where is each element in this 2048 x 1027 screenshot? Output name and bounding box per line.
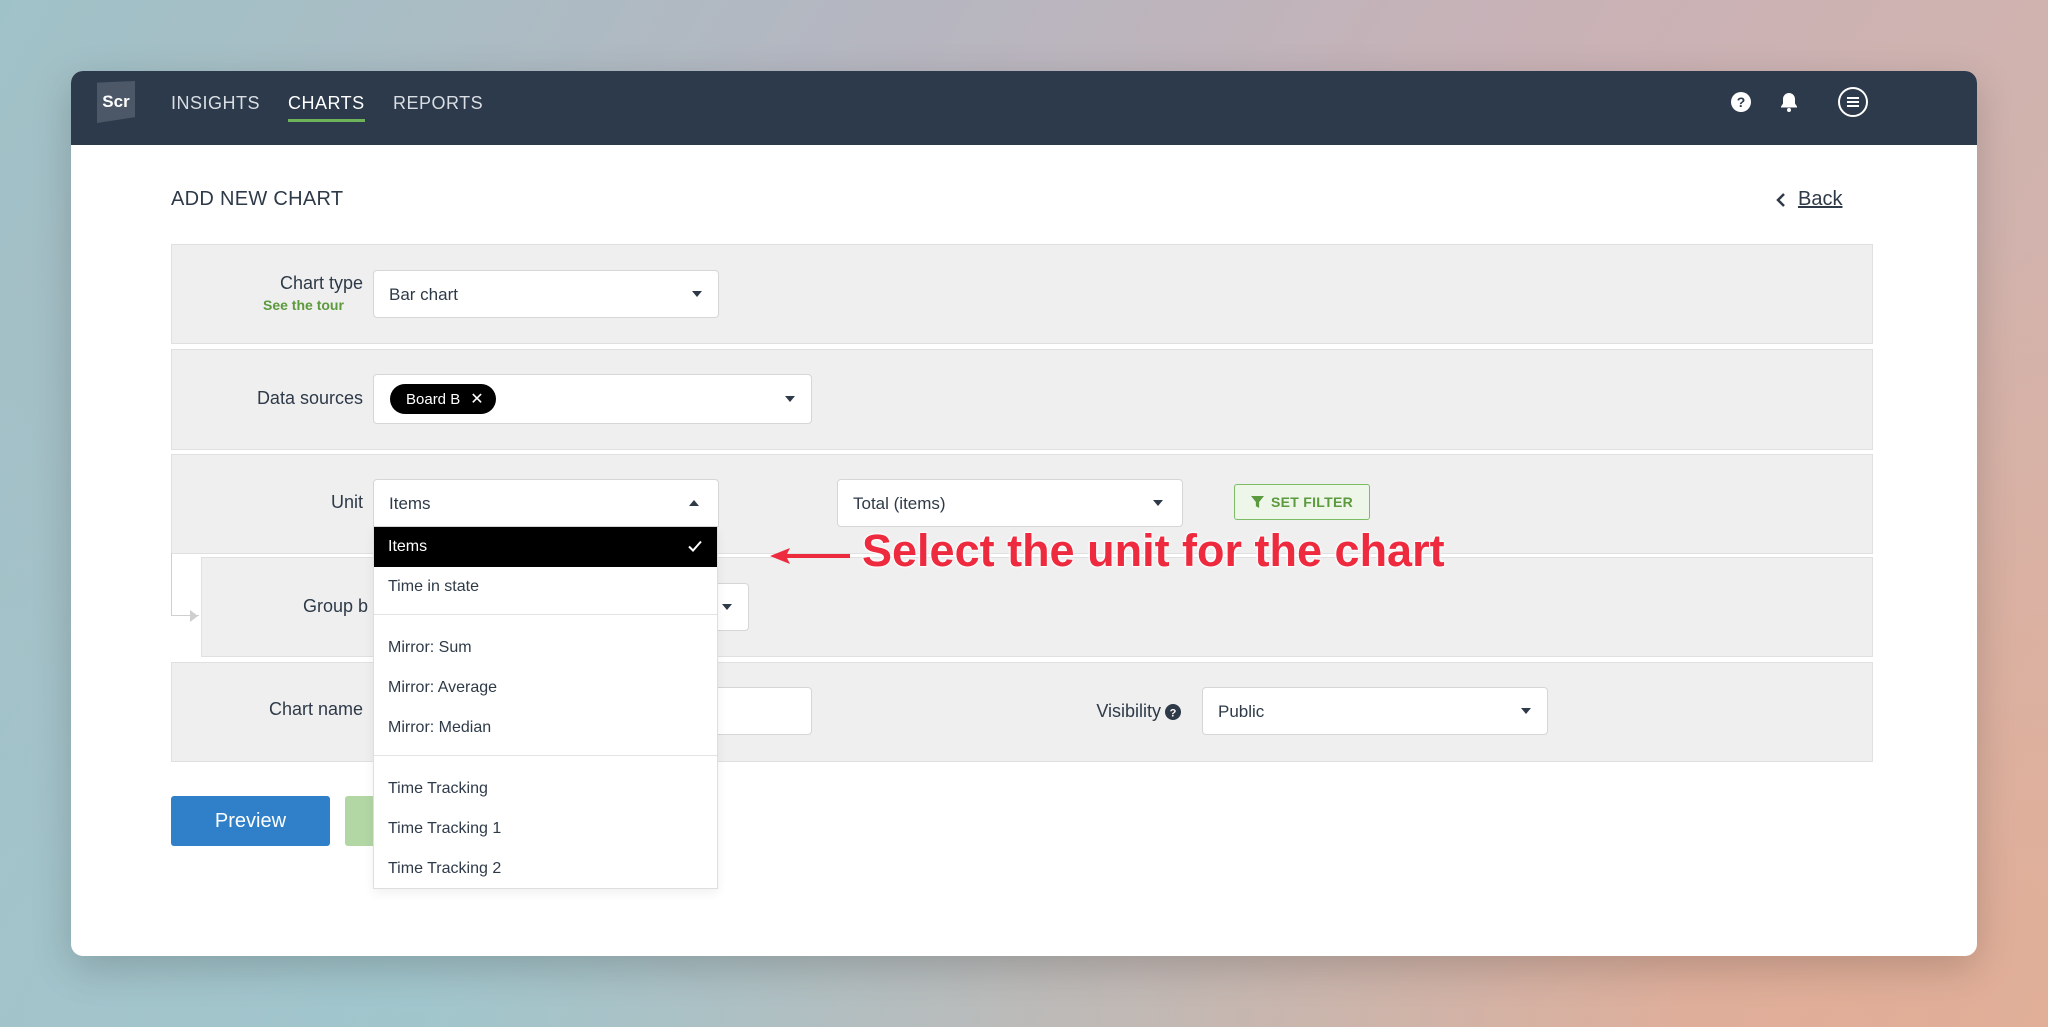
aggregate-select[interactable]: Total (items): [837, 479, 1183, 527]
active-tab-indicator: [288, 119, 365, 122]
unit-option-time-tracking-1[interactable]: Time Tracking 1: [374, 809, 717, 849]
unit-option-items[interactable]: Items: [374, 527, 717, 567]
app-window: Scr INSIGHTS CHARTS REPORTS ? ADD NEW CH…: [71, 71, 1977, 956]
chart-name-label: Chart name: [268, 699, 363, 719]
nav-insights[interactable]: INSIGHTS: [171, 93, 260, 114]
annotation-text: Select the unit for the chart: [862, 525, 1446, 577]
chevron-down-icon: [692, 291, 702, 297]
connector-arrow-icon: [190, 610, 198, 622]
app-logo[interactable]: Scr: [97, 81, 135, 123]
chevron-down-icon: [1521, 708, 1531, 714]
page-title: ADD NEW CHART: [171, 188, 344, 210]
chart-type-value: Bar chart: [389, 285, 458, 304]
group-by-connector: [171, 553, 199, 616]
nav-charts[interactable]: CHARTS: [288, 93, 365, 122]
chevron-down-icon: [722, 604, 732, 610]
unit-select[interactable]: Items: [373, 479, 719, 527]
chevron-left-icon: [1776, 192, 1785, 207]
unit-dropdown-menu: Items Time in state Mirror: Sum Mirror: …: [373, 527, 718, 889]
data-sources-label: Data sources: [256, 388, 363, 408]
unit-option-label: Time Tracking: [388, 780, 488, 797]
nav-reports[interactable]: REPORTS: [393, 93, 483, 114]
aggregate-value: Total (items): [853, 494, 946, 513]
unit-option-time-tracking[interactable]: Time Tracking: [374, 769, 717, 809]
unit-option-label: Time Tracking 2: [388, 860, 502, 877]
bell-icon[interactable]: [1777, 90, 1801, 114]
nav-charts-label: CHARTS: [288, 93, 365, 113]
unit-option-label: Time in state: [388, 578, 479, 595]
unit-option-time-in-state[interactable]: Time in state: [374, 567, 717, 607]
data-source-chip: Board B ✕: [390, 384, 496, 414]
preview-button[interactable]: Preview: [171, 796, 330, 846]
set-filter-button[interactable]: SET FILTER: [1234, 484, 1370, 520]
back-label: Back: [1798, 188, 1843, 210]
unit-option-mirror-median[interactable]: Mirror: Median: [374, 708, 717, 748]
svg-text:?: ?: [1170, 708, 1177, 720]
unit-option-mirror-average[interactable]: Mirror: Average: [374, 668, 717, 708]
unit-value: Items: [389, 494, 431, 513]
unit-option-label: Mirror: Median: [388, 719, 492, 736]
chevron-up-icon: [689, 500, 699, 506]
chart-type-label: Chart type: [279, 273, 363, 293]
filter-icon: [1250, 495, 1264, 508]
help-icon[interactable]: ?: [1729, 90, 1753, 114]
dropdown-divider: [374, 755, 717, 756]
set-filter-label: SET FILTER: [1270, 494, 1354, 510]
checkmark-icon: [688, 540, 702, 552]
svg-text:?: ?: [1737, 94, 1746, 110]
see-the-tour-link[interactable]: See the tour: [263, 297, 344, 313]
unit-option-label: Mirror: Average: [388, 679, 498, 696]
menu-icon[interactable]: [1838, 87, 1868, 117]
chip-label: Board B: [406, 390, 461, 408]
visibility-value: Public: [1218, 702, 1265, 721]
visibility-help-icon[interactable]: ?: [1165, 704, 1181, 720]
data-sources-select[interactable]: Board B ✕: [373, 374, 812, 424]
chart-type-select[interactable]: Bar chart: [373, 270, 719, 318]
chevron-down-icon: [1153, 500, 1163, 506]
visibility-label: Visibility: [1096, 701, 1161, 721]
back-link[interactable]: Back: [1776, 188, 1842, 211]
annotation-arrow-icon: [770, 548, 850, 564]
top-navigation-bar: Scr INSIGHTS CHARTS REPORTS ?: [71, 71, 1977, 145]
chevron-down-icon: [785, 396, 795, 402]
unit-option-label: Mirror: Sum: [388, 639, 472, 656]
unit-label: Unit: [330, 492, 363, 512]
unit-option-label: Time Tracking 1: [388, 820, 502, 837]
dropdown-divider: [374, 614, 717, 615]
unit-option-label: Items: [388, 538, 428, 555]
visibility-select[interactable]: Public: [1202, 687, 1548, 735]
remove-chip-icon[interactable]: ✕: [470, 389, 483, 409]
unit-option-mirror-sum[interactable]: Mirror: Sum: [374, 628, 717, 668]
unit-option-time-tracking-2[interactable]: Time Tracking 2: [374, 849, 717, 889]
